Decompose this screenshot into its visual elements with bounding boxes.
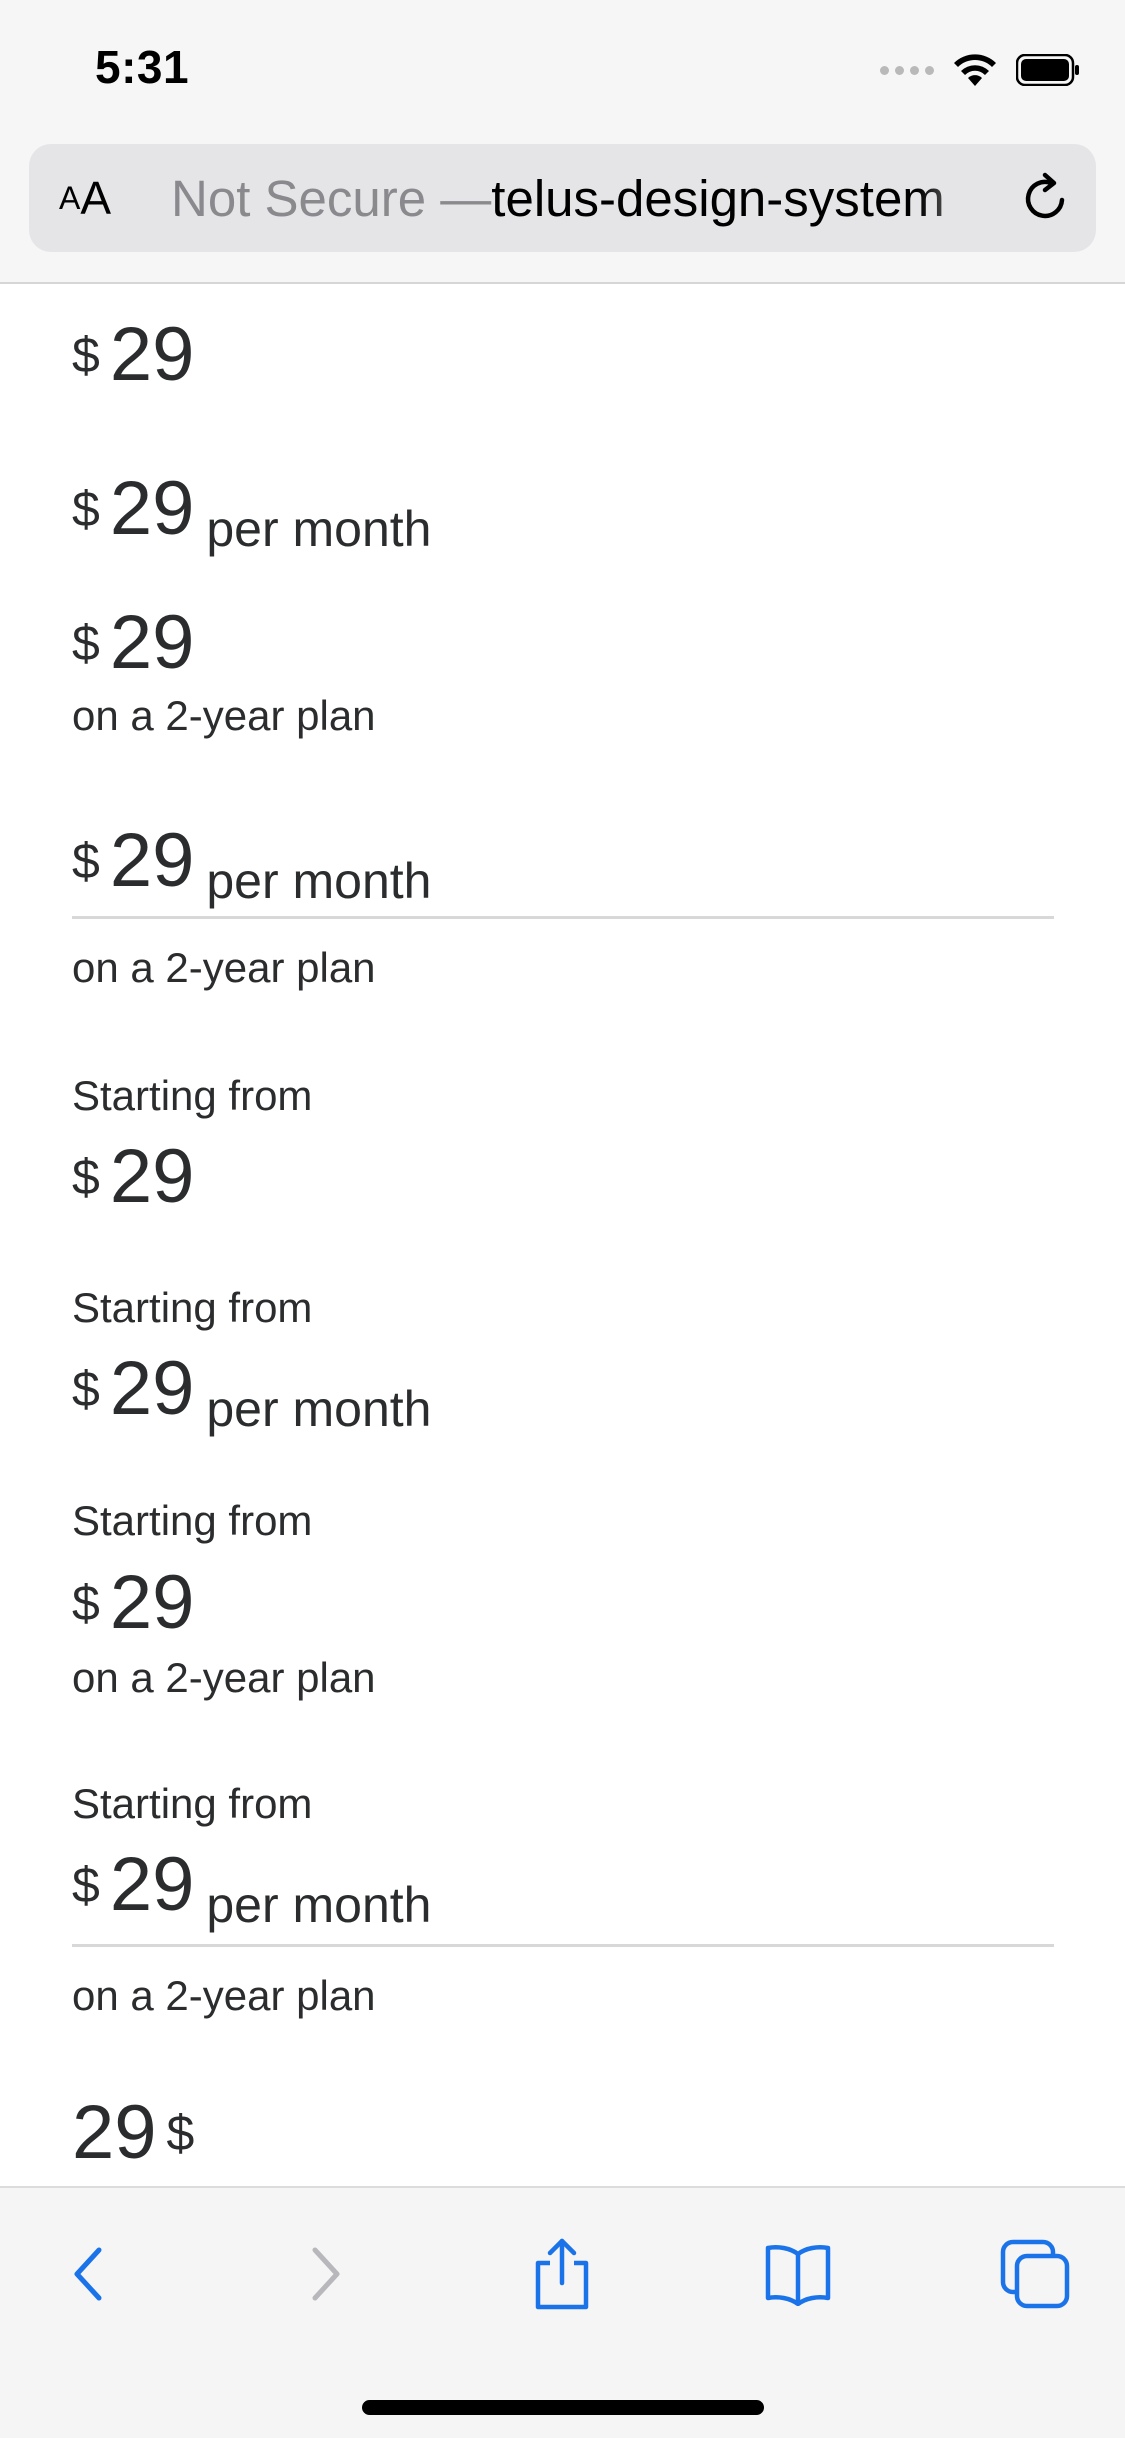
share-button[interactable] xyxy=(522,2234,602,2314)
price-with-prefix-and-rate-text: $ 29 xyxy=(72,1562,194,1652)
currency-symbol: $ xyxy=(72,327,100,383)
price-prefix: Starting from xyxy=(72,1284,313,1331)
currency-symbol: $ xyxy=(72,615,100,671)
rate-divider xyxy=(72,916,1054,919)
status-time: 5:31 xyxy=(95,41,190,93)
price-basic: $ 29 xyxy=(72,314,194,404)
price-prefix: Starting from xyxy=(72,1072,313,1119)
bookmarks-button[interactable] xyxy=(758,2234,838,2314)
battery-icon xyxy=(1016,54,1079,86)
browser-top-chrome: 5:31 AA Not Secure — telus-design-system xyxy=(0,0,1125,284)
bookmarks-icon xyxy=(765,2245,831,2306)
price-with-period: $ 29 per month xyxy=(72,468,432,558)
price-amount: 29 xyxy=(109,312,195,397)
rate-period: per month xyxy=(206,853,432,909)
status-icons xyxy=(880,50,1080,90)
url-security-label: Not Secure — xyxy=(171,169,492,227)
currency-symbol: $ xyxy=(72,1361,100,1417)
currency-symbol: $ xyxy=(166,2105,195,2161)
price-prefix: Starting from xyxy=(72,1497,313,1544)
price-amount: 29 xyxy=(109,600,195,685)
currency-symbol: $ xyxy=(72,481,100,537)
currency-symbol: $ xyxy=(72,833,100,889)
forward-icon xyxy=(312,2247,340,2301)
price-amount: 29 xyxy=(109,1346,195,1431)
wifi-icon xyxy=(954,54,996,86)
price-amount: 29 xyxy=(109,1842,195,1927)
price-with-rate-text: $ 29 xyxy=(72,602,194,692)
rate-text: on a 2-year plan xyxy=(72,944,376,991)
back-icon xyxy=(74,2247,102,2301)
back-button[interactable] xyxy=(50,2234,130,2314)
rate-text: on a 2-year plan xyxy=(72,1654,376,1701)
price-amount: 29 xyxy=(109,1134,195,1219)
rate-divider xyxy=(72,1944,1054,1947)
rate-period: per month xyxy=(206,501,432,557)
page-content: $ 29 $ 29 per month $ 29 on a 2-year pla… xyxy=(0,284,1125,2186)
price-with-period-and-rate-text: $ 29 per month xyxy=(72,820,432,910)
rate-text: on a 2-year plan xyxy=(72,692,376,739)
url-host: telus-design-system xyxy=(491,169,945,227)
forward-button[interactable] xyxy=(284,2234,364,2314)
price-amount: 29 xyxy=(72,2090,157,2175)
price-with-prefix-and-period: $ 29 per month xyxy=(72,1348,432,1438)
address-bar[interactable]: AA Not Secure — telus-design-system xyxy=(29,144,1096,252)
currency-symbol: $ xyxy=(72,1575,100,1631)
share-icon xyxy=(535,2238,589,2310)
currency-symbol: $ xyxy=(72,1857,100,1913)
price-amount: 29 xyxy=(109,466,195,551)
reload-icon[interactable] xyxy=(1018,170,1074,226)
rate-period: per month xyxy=(206,1381,432,1437)
tabs-icon xyxy=(1000,2239,1070,2309)
home-indicator[interactable] xyxy=(362,2400,764,2415)
url-field[interactable]: Not Secure — telus-design-system xyxy=(171,144,1001,252)
price-amount: 29 xyxy=(109,818,195,903)
rate-text: on a 2-year plan xyxy=(72,1972,376,2019)
reader-text-size-button[interactable]: AA xyxy=(59,144,111,252)
price-with-prefix: $ 29 xyxy=(72,1136,194,1226)
price-currency-after: 29 $ xyxy=(72,2092,195,2182)
browser-toolbar xyxy=(0,2186,1125,2438)
price-full: $ 29 per month xyxy=(72,1844,432,1934)
currency-symbol: $ xyxy=(72,1149,100,1205)
tabs-button[interactable] xyxy=(995,2234,1075,2314)
price-amount: 29 xyxy=(109,1560,195,1645)
price-prefix: Starting from xyxy=(72,1780,313,1827)
cellular-signal-icon xyxy=(880,65,934,75)
rate-period: per month xyxy=(206,1877,432,1933)
